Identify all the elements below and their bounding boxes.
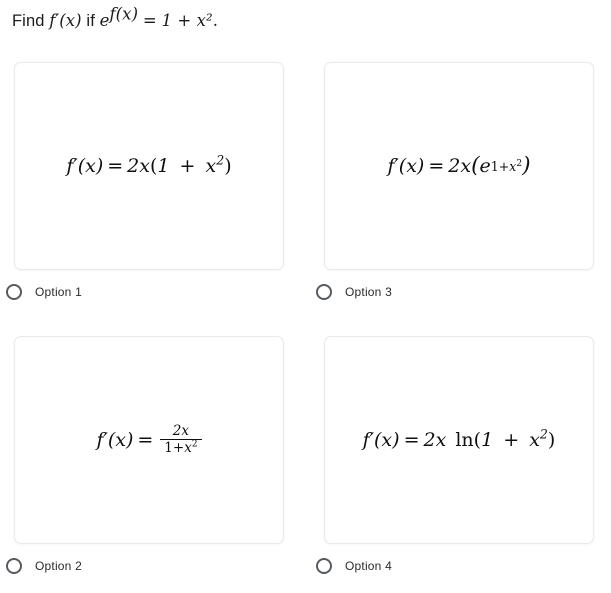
question-lhs-base: e [99,11,110,30]
radio-button-icon-option-4[interactable] [316,558,332,574]
option-formula-1: f′(x) = 2x(1 + x2) [66,152,232,177]
option-answer-row-2[interactable]: Option 2 [6,554,82,578]
formula-equals: = [137,428,154,451]
radio-button-icon-option-3[interactable] [316,284,332,300]
formula-lhs: f′(x) [66,154,104,177]
formula-equals: = [403,428,420,451]
option-answer-row-4[interactable]: Option 4 [316,554,392,578]
option-label-4: Option 4 [345,559,392,573]
radio-button-icon-option-2[interactable] [6,558,22,574]
formula-equals: = [428,154,445,177]
formula-coefficient: 2x [448,154,472,177]
option-formula-3: f′(x) = 2x(e 1+x2) [387,155,530,177]
question-prefix: Find [12,12,45,30]
formula-inner-exponent: 1+x2 [490,159,523,175]
option-label-1: Option 1 [35,285,82,299]
question-rhs: 1 + x² [161,11,213,30]
formula-lhs: f′(x) [387,154,425,177]
question-conjunction: if [86,12,95,30]
option-card-4[interactable]: f′(x) = 2x ln(1 + x2) [324,336,594,544]
question-equals: = [142,11,157,30]
option-card-1[interactable]: f′(x) = 2x(1 + x2) [14,62,284,270]
option-formula-2: f′(x) = 2x 1+x2 [96,422,202,456]
option-label-3: Option 3 [345,285,392,299]
formula-fraction: 2x 1+x2 [160,422,202,456]
formula-open-paren: ( [149,154,158,177]
formula-close-paren: ) [522,153,531,179]
fraction-denominator: 1+x2 [160,439,202,456]
formula-open-paren: ( [473,428,482,451]
fraction-numerator: 2x [172,422,189,439]
formula-lhs: f′(x) [362,428,400,451]
formula-open-paren: ( [471,153,480,179]
option-cell-2: f′(x) = 2x 1+x2 Option 2 [6,336,284,574]
question-period: . [212,11,219,30]
option-card-3[interactable]: f′(x) = 2x(e 1+x2) [324,62,594,270]
option-label-2: Option 2 [35,559,82,573]
formula-equals: = [107,154,124,177]
formula-function-name: ln [455,428,474,451]
formula-close-paren: ) [547,428,556,451]
option-card-2[interactable]: f′(x) = 2x 1+x2 [14,336,284,544]
radio-button-icon-option-1[interactable] [6,284,22,300]
formula-inner-base: e [479,154,491,177]
formula-inner: 1 + x2 [481,426,548,451]
option-cell-3: f′(x) = 2x(e 1+x2) Option 3 [316,62,594,300]
option-cell-4: f′(x) = 2x ln(1 + x2) Option 4 [316,336,594,574]
formula-coefficient: 2x [127,154,150,177]
question-function: f′(x) [49,11,82,30]
formula-coefficient: 2x [423,428,447,451]
formula-lhs: f′(x) [96,428,134,451]
option-answer-row-3[interactable]: Option 3 [316,280,392,304]
question-prompt: Find f′(x) if ef(x) = 1 + x². [12,6,219,32]
option-formula-4: f′(x) = 2x ln(1 + x2) [362,426,556,451]
formula-close-paren: ) [224,154,232,177]
formula-inner: 1 + x2 [157,152,225,177]
option-cell-1: f′(x) = 2x(1 + x2) Option 1 [6,62,284,300]
option-answer-row-1[interactable]: Option 1 [6,280,82,304]
question-lhs-exponent: f(x) [109,4,139,24]
